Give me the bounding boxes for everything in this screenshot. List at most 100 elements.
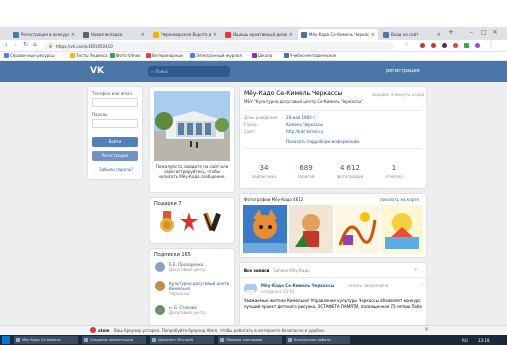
bookmark-item[interactable]: Ветеринарные	[146, 53, 183, 58]
gifts-label[interactable]: Подарки 7	[154, 201, 182, 207]
tab-own-posts[interactable]: Записи Мёу-Кадо	[273, 268, 310, 273]
bookmark-item[interactable]: Электронный журнал	[190, 53, 242, 58]
avatar[interactable]	[244, 282, 257, 295]
profile-avatar[interactable]	[475, 43, 480, 48]
browser-tab[interactable]: Регистрация в конкурсе | ВКонтакте×	[10, 29, 78, 40]
tab-close-icon[interactable]: ×	[71, 32, 75, 38]
window-close-icon[interactable]: ×	[492, 28, 498, 36]
tab-title: Черноморская Ворота для...	[161, 32, 211, 37]
browser-tab[interactable]: Мёу-Кадо Се-Кимель Черкассы ×	[298, 29, 378, 40]
avatar[interactable]	[155, 305, 165, 315]
bookmark-item[interactable]: Школа	[252, 53, 272, 58]
profile-counters: 34 подписчика 689 записей 4 612 фотографий 1 от…	[244, 150, 422, 184]
close-icon[interactable]: ×	[424, 326, 429, 333]
back-icon[interactable]: ‹	[5, 41, 8, 49]
tab-close-icon[interactable]: ×	[371, 32, 375, 38]
photo-thumbnail[interactable]	[289, 205, 333, 253]
browser-tab[interactable]: Вход на сайт ×	[380, 29, 444, 40]
window-maximize-icon[interactable]: □	[481, 29, 487, 36]
avatar[interactable]	[155, 281, 165, 291]
tab-close-icon[interactable]: ×	[141, 32, 145, 38]
gift-star-icon[interactable]	[180, 211, 198, 233]
menu-icon[interactable]: ⋮	[488, 41, 494, 48]
profile-status: МБУ "Культурно-досуговый центр Се-Кимель…	[244, 99, 364, 104]
photo-thumbnail[interactable]	[335, 205, 379, 253]
address-field[interactable]: 🔒 https://vk.com/id391950410	[44, 42, 394, 50]
forgot-password-link[interactable]: Забыли пароль?	[99, 167, 133, 172]
bookmark-item[interactable]: Тесты Яндекса	[70, 53, 108, 58]
bookmark-label: Справочные ресурсы	[10, 53, 55, 58]
login-button[interactable]: Войти	[92, 137, 138, 147]
avatar[interactable]	[155, 262, 165, 272]
tab-all-posts[interactable]: Все записи	[244, 268, 269, 273]
photos-label[interactable]: Фотографии Мёу-Кадо 4612	[244, 197, 303, 202]
extension-icon[interactable]	[431, 43, 436, 48]
counter-label: отметка	[385, 174, 403, 179]
profile-photo[interactable]	[154, 91, 230, 161]
avatar-caption: Пожалуйста, войдите на сайт или зарегист…	[155, 164, 229, 179]
search-icon[interactable]: ⌕	[414, 266, 417, 274]
taskbar-item[interactable]: Документ Microsoft	[150, 336, 214, 344]
browser-tab[interactable]: Ищешь креативный дизайн ×	[222, 29, 296, 40]
extension-icon[interactable]	[464, 43, 469, 48]
search-input[interactable]: ⌕ Поиск	[148, 66, 230, 77]
vk-logo[interactable]: VK	[90, 66, 104, 77]
bookmark-favicon-icon	[4, 53, 9, 58]
subscription-subtitle: Черкассы	[169, 291, 190, 296]
photo-thumbnail[interactable]	[243, 205, 287, 253]
city-value[interactable]: Кимель Черкассы	[286, 122, 323, 127]
phone-input[interactable]	[92, 98, 138, 107]
home-icon[interactable]: ⌂	[33, 41, 37, 48]
gift-medal-icon[interactable]	[158, 211, 176, 233]
password-input[interactable]	[92, 119, 138, 128]
atom-logo-icon	[90, 327, 96, 333]
taskbar-item-label: Мёу-Кадо Се-Кимель	[22, 338, 61, 342]
counter-value[interactable]: 34	[244, 164, 284, 172]
taskbar-item[interactable]: Создание презентации	[82, 336, 146, 344]
taskbar-item[interactable]: Конкурсные работы	[286, 336, 350, 344]
bookmark-item[interactable]: Фото Vimeo	[110, 53, 141, 58]
post-text: лучший проект детского рисунка. ЭСТАФЕТА…	[244, 304, 422, 309]
bookmark-item[interactable]: Учебно-методическое	[284, 53, 336, 58]
bookmark-favicon-icon	[110, 53, 115, 58]
extension-icon[interactable]	[453, 43, 458, 48]
post-author[interactable]: Мёу-Кадо Се-Кимель Черкассы	[261, 283, 334, 288]
gift-ribbon-icon[interactable]	[203, 211, 221, 233]
extension-icon[interactable]	[442, 43, 447, 48]
photo-thumbnail[interactable]	[381, 205, 423, 253]
browser-tab[interactable]: Черноморская Ворота для...×	[150, 29, 220, 40]
bookmark-item[interactable]: Справочные ресурсы	[4, 53, 55, 58]
taskbar-items: Мёу-Кадо Се-Кимель Создание презентации До…	[0, 335, 507, 345]
taskbar-item[interactable]: Сборник сценариев	[218, 336, 282, 344]
search-placeholder: Поиск	[155, 69, 168, 74]
subscriptions-label[interactable]: Подписки 165	[154, 252, 191, 258]
counter-value[interactable]: 689	[286, 164, 326, 172]
post-time[interactable]: сегодня в 13:16	[261, 289, 294, 294]
birthday-value[interactable]: 28 мая 1960 г.	[286, 115, 316, 120]
photos-link[interactable]: показать на карте	[380, 197, 419, 202]
online-status: заходил 4 минуты назад	[372, 92, 425, 97]
tab-close-icon[interactable]: ×	[213, 32, 217, 38]
new-tab-icon[interactable]: +	[448, 28, 454, 36]
website-link[interactable]: http://kdc-kimel.ru	[286, 129, 323, 134]
register-link[interactable]: регистрация	[386, 68, 420, 74]
tab-close-icon[interactable]: ×	[437, 32, 441, 38]
window-minimize-icon[interactable]: –	[470, 29, 473, 36]
register-button[interactable]: Регистрация	[92, 151, 138, 161]
bookmark-star-icon[interactable]: ☆	[404, 41, 409, 48]
subscription-name[interactable]: Культурно-досуговый центр Кимельне	[169, 281, 231, 291]
extension-icon[interactable]	[420, 43, 425, 48]
bookmark-label: Школа	[258, 53, 273, 58]
forward-icon[interactable]: ›	[14, 41, 17, 49]
counter-label: записей	[297, 174, 315, 179]
taskbar-item[interactable]: Мёу-Кадо Се-Кимель	[14, 336, 78, 344]
lock-icon: 🔒	[48, 43, 53, 48]
tab-close-icon[interactable]: ×	[289, 32, 293, 38]
more-icon[interactable]: ⋯	[420, 282, 425, 288]
language-indicator[interactable]: RU	[462, 338, 468, 343]
show-more-link[interactable]: Показать подробную информацию	[286, 139, 360, 144]
browser-tab[interactable]: Новая вкладка ×	[80, 29, 148, 40]
reload-icon[interactable]: ↻	[23, 41, 28, 48]
counter-value[interactable]: 4 612	[330, 164, 370, 172]
counter-value[interactable]: 1	[374, 164, 414, 172]
